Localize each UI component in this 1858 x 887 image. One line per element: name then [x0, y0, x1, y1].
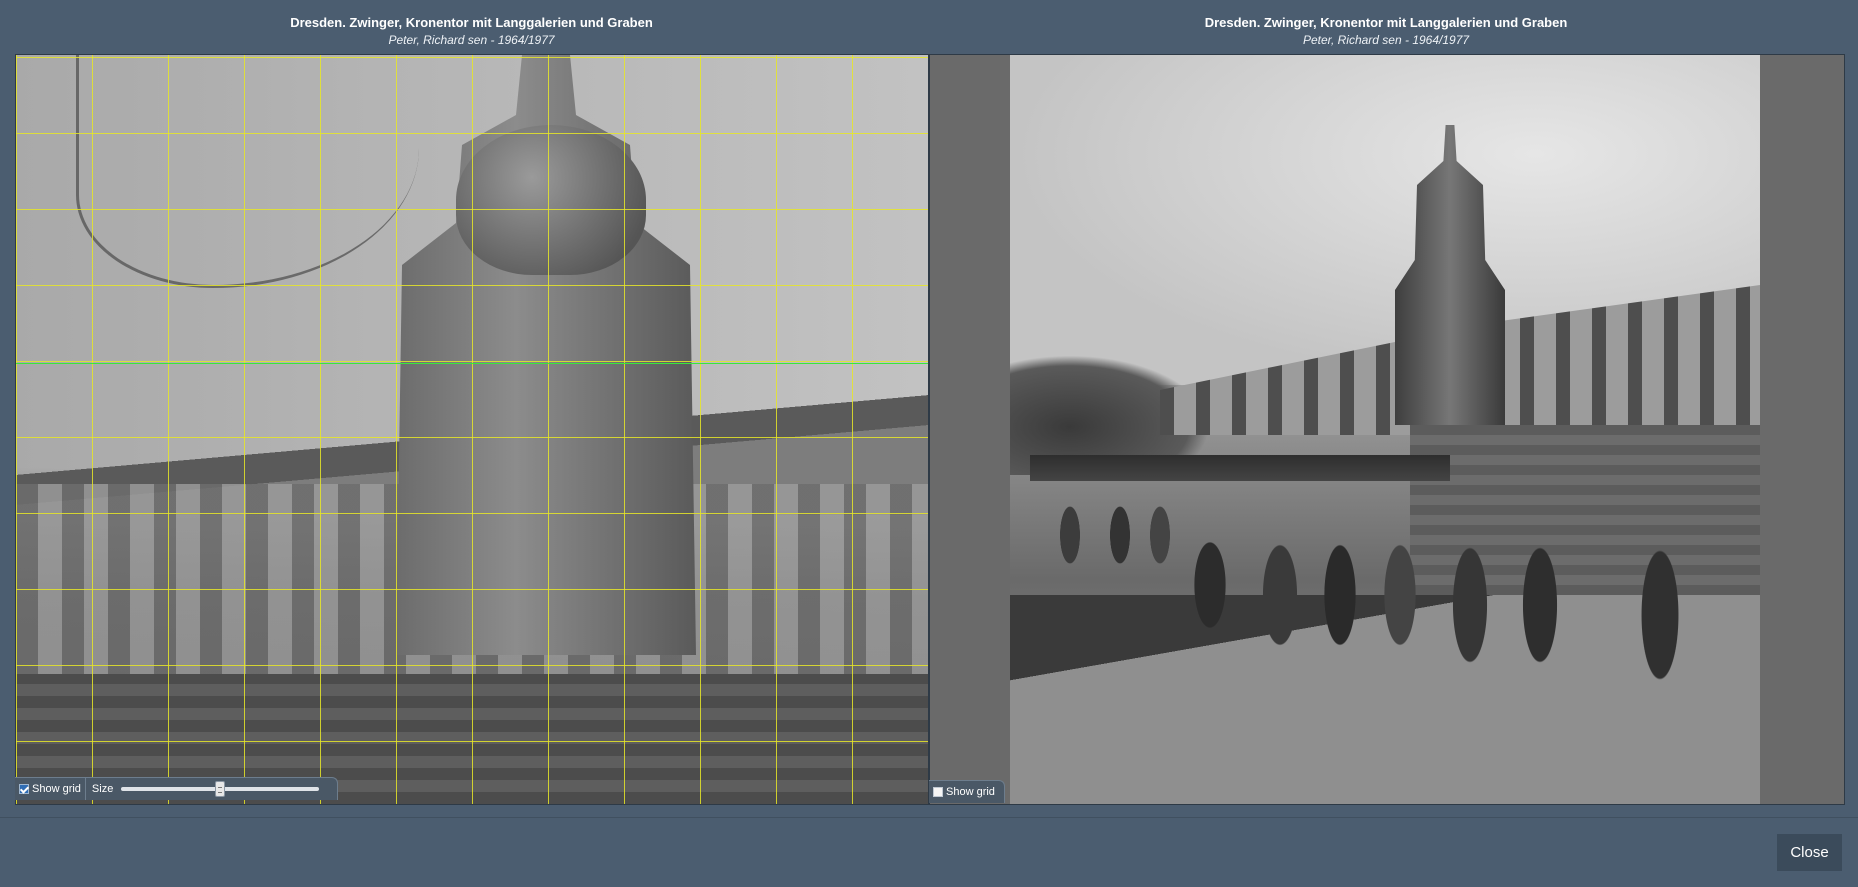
left-image-title: Dresden. Zwinger, Kronentor mit Langgale…	[290, 15, 653, 30]
right-image-header: Dresden. Zwinger, Kronentor mit Langgale…	[929, 14, 1843, 48]
left-image-header: Dresden. Zwinger, Kronentor mit Langgale…	[15, 14, 928, 48]
size-label: Size	[91, 783, 114, 795]
left-photo	[16, 55, 928, 804]
close-button[interactable]: Close	[1777, 834, 1842, 871]
grid-size-slider[interactable]	[121, 781, 320, 797]
right-show-grid-toggle[interactable]: Show grid	[929, 781, 999, 803]
right-image-title: Dresden. Zwinger, Kronentor mit Langgale…	[1204, 15, 1568, 30]
footer-divider	[0, 817, 1858, 818]
left-image-viewer[interactable]	[15, 54, 929, 805]
right-show-grid-checkbox[interactable]	[933, 787, 943, 797]
grid-size-slider-handle[interactable]	[215, 781, 226, 797]
right-image-subtitle: Peter, Richard sen - 1964/1977	[1302, 33, 1470, 47]
right-grid-controls: Show grid	[929, 780, 1005, 803]
grid-horizon-line[interactable]	[16, 363, 928, 364]
left-image-subtitle: Peter, Richard sen - 1964/1977	[388, 33, 555, 47]
left-grid-controls: Show grid Size	[15, 777, 338, 800]
right-image-viewer[interactable]	[929, 54, 1845, 805]
left-show-grid-checkbox[interactable]	[19, 784, 29, 794]
right-photo	[1010, 55, 1760, 804]
right-show-grid-label: Show grid	[946, 786, 995, 798]
left-show-grid-label: Show grid	[32, 783, 81, 795]
left-show-grid-toggle[interactable]: Show grid	[15, 778, 85, 800]
